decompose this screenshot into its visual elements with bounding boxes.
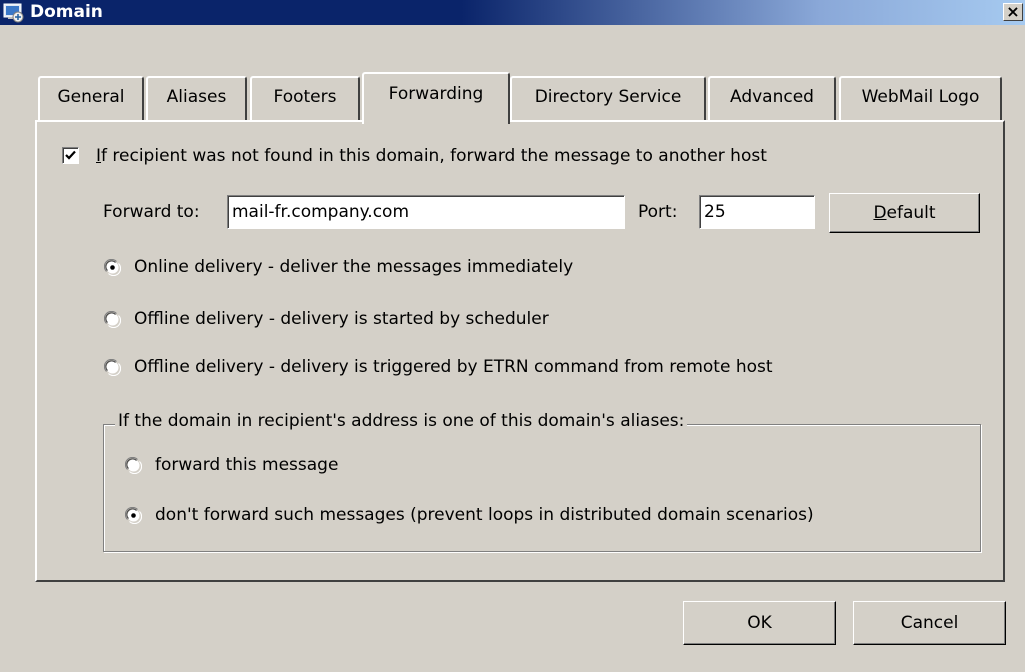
tab-forwarding[interactable]: Forwarding: [362, 72, 510, 124]
offline-scheduler-label[interactable]: Offline delivery - delivery is started b…: [134, 308, 549, 330]
radio-empty-icon: [103, 310, 122, 329]
radio-empty-icon: [124, 456, 143, 475]
tab-label: WebMail Logo: [861, 87, 980, 107]
radio-empty-icon: [103, 358, 122, 377]
tab-label: Footers: [273, 87, 337, 107]
aliases-group-legend: If the domain in recipient's address is …: [115, 410, 688, 432]
forward-to-label: Forward to:: [103, 202, 200, 222]
tab-label: Forwarding: [388, 84, 484, 104]
app-icon: [3, 2, 24, 23]
offline-scheduler-radio[interactable]: [103, 310, 122, 329]
tab-footers[interactable]: Footers: [250, 76, 360, 121]
aliases-groupbox: [103, 424, 981, 552]
tab-label: Advanced: [730, 87, 814, 107]
forward-enable-checkbox[interactable]: [62, 147, 79, 164]
forward-alias-radio[interactable]: [124, 456, 143, 475]
tab-advanced[interactable]: Advanced: [708, 76, 836, 121]
online-delivery-radio[interactable]: [103, 258, 122, 277]
offline-etrn-radio[interactable]: [103, 358, 122, 377]
forward-to-input[interactable]: mail-fr.company.com: [227, 195, 625, 229]
forward-enable-label[interactable]: If recipient was not found in this domai…: [96, 145, 767, 167]
ok-button[interactable]: OK: [683, 601, 836, 645]
check-icon: [65, 150, 76, 160]
tab-webmail-logo[interactable]: WebMail Logo: [839, 76, 1002, 121]
dont-forward-alias-radio[interactable]: [124, 506, 143, 525]
close-icon: ×: [1006, 2, 1020, 21]
domain-dialog: Domain × General Aliases Footers Forward…: [0, 0, 1025, 672]
port-label: Port:: [638, 202, 678, 222]
tab-label: Aliases: [166, 87, 227, 107]
close-button[interactable]: ×: [1003, 3, 1023, 21]
tab-label: Directory Service: [534, 87, 682, 107]
tab-directory-service[interactable]: Directory Service: [510, 76, 706, 121]
online-delivery-label[interactable]: Online delivery - deliver the messages i…: [134, 256, 573, 278]
forward-alias-label[interactable]: forward this message: [155, 454, 338, 476]
cancel-button[interactable]: Cancel: [853, 601, 1006, 645]
dont-forward-alias-label[interactable]: don't forward such messages (prevent loo…: [155, 504, 814, 526]
port-input[interactable]: 25: [699, 195, 815, 229]
offline-etrn-label[interactable]: Offline delivery - delivery is triggered…: [134, 356, 773, 378]
window-title: Domain: [30, 2, 103, 22]
radio-selected-icon: [103, 258, 122, 277]
tab-aliases[interactable]: Aliases: [146, 76, 247, 121]
title-bar[interactable]: Domain ×: [0, 0, 1025, 25]
tab-label: General: [57, 87, 125, 107]
radio-selected-icon: [124, 506, 143, 525]
default-button[interactable]: Default: [829, 193, 980, 233]
tab-general[interactable]: General: [38, 76, 144, 121]
